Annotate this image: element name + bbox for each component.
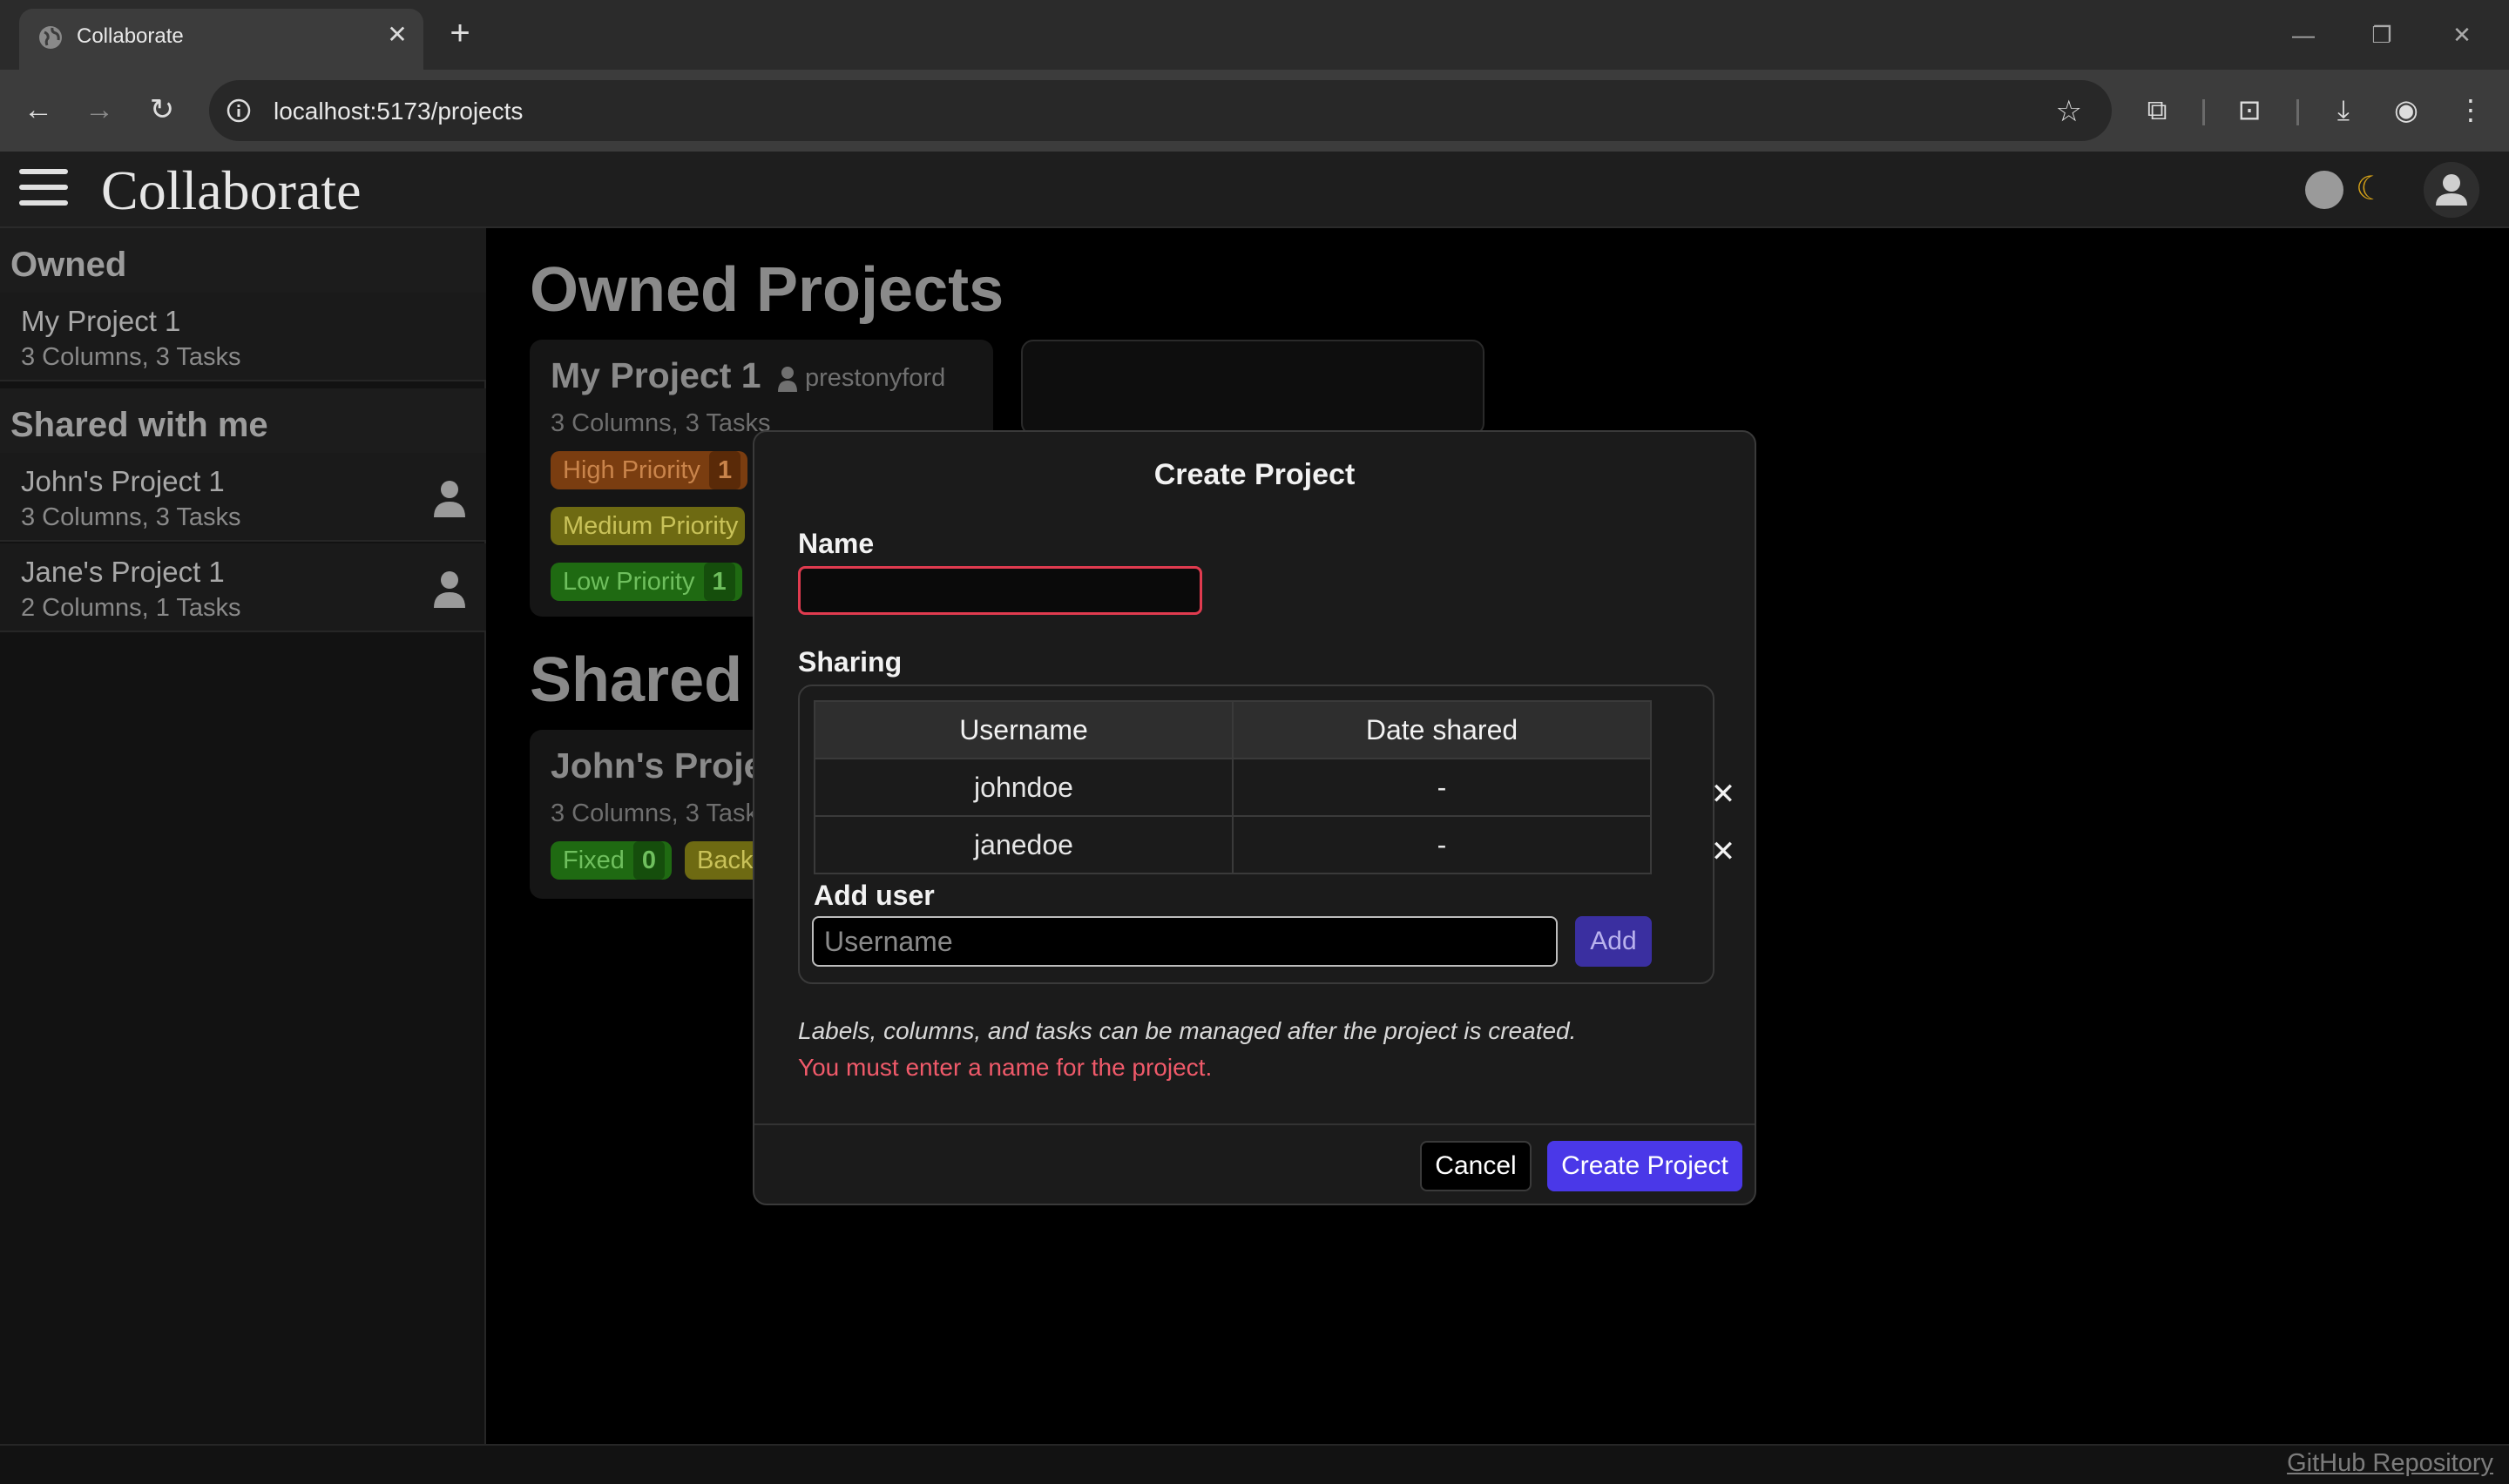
new-tab-icon[interactable]: +	[443, 16, 477, 52]
add-user-button[interactable]: Add	[1575, 916, 1652, 967]
label-pill: Fixed 0	[551, 841, 673, 880]
label-text: Low Priority	[563, 568, 695, 596]
modal-divider	[754, 1123, 1755, 1125]
label-count: 0	[632, 841, 666, 880]
app-title: Collaborate	[101, 159, 362, 221]
globe-icon	[39, 26, 62, 49]
github-repository-link[interactable]: GitHub Repository	[2287, 1449, 2493, 1478]
table-row: johndoe -	[815, 758, 1652, 816]
bookmark-star-icon[interactable]: ☆	[2056, 94, 2082, 129]
sidebar: Owned My Project 1 3 Columns, 3 Tasks Sh…	[0, 228, 486, 1444]
label-pill: High Priority 1	[551, 451, 748, 489]
card-meta: 3 Columns, 3 Tasks	[551, 799, 771, 827]
minimize-icon[interactable]: —	[2286, 17, 2321, 52]
restore-icon[interactable]: ❐	[2364, 17, 2399, 52]
label-count: 1	[703, 563, 735, 601]
cancel-button[interactable]: Cancel	[1420, 1141, 1532, 1191]
card-title: My Project 1	[551, 355, 761, 395]
create-project-modal: Create Project Name Sharing Username Dat…	[753, 430, 1756, 1205]
moon-icon: ☾	[2356, 171, 2386, 207]
new-project-card[interactable]	[1021, 340, 1484, 435]
user-avatar-icon[interactable]	[2424, 162, 2479, 218]
shared-user-icon	[434, 481, 465, 517]
table-header-row: Username Date shared	[815, 701, 1652, 759]
card-meta: 3 Columns, 3 Tasks	[551, 409, 771, 437]
sidebar-item-johns-project-1[interactable]: John's Project 1 3 Columns, 3 Tasks	[0, 453, 486, 542]
sidebar-item-name: My Project 1	[21, 305, 181, 337]
hamburger-menu-icon[interactable]	[19, 167, 68, 209]
sidebar-item-name: Jane's Project 1	[21, 556, 225, 588]
date-shared-cell: -	[1233, 758, 1652, 816]
site-info-icon[interactable]	[225, 97, 253, 125]
shared-user-icon	[434, 571, 465, 608]
toggle-knob	[2305, 171, 2343, 209]
back-icon[interactable]: ←	[17, 89, 59, 131]
label-pill: Medium Priority	[551, 507, 746, 545]
tab-title: Collaborate	[77, 24, 184, 48]
address-bar[interactable]: localhost:5173/projects ☆	[209, 80, 2112, 141]
tab-close-icon[interactable]: ✕	[383, 21, 411, 49]
sidebar-item-my-project-1[interactable]: My Project 1 3 Columns, 3 Tasks	[0, 293, 486, 381]
project-name-input[interactable]	[798, 566, 1202, 615]
create-project-button[interactable]: Create Project	[1547, 1141, 1742, 1191]
sidebar-item-meta: 3 Columns, 3 Tasks	[21, 503, 241, 531]
browser-tabstrip: Collaborate ✕ + — ❐ ✕	[0, 0, 2509, 70]
forward-icon[interactable]: →	[78, 89, 120, 131]
sidebar-item-meta: 2 Columns, 1 Tasks	[21, 594, 241, 622]
extensions-icon[interactable]: ⧉	[2136, 89, 2178, 131]
sharing-table: Username Date shared johndoe - janedoe -	[814, 700, 1652, 874]
username-cell: johndoe	[815, 758, 1234, 816]
toolbar-divider	[2202, 99, 2205, 125]
username-cell: janedoe	[815, 815, 1234, 874]
footer: GitHub Repository	[0, 1444, 2509, 1484]
project-card-johns-project-1[interactable]: John's Project 1 3 Columns, 3 Tasks Fixe…	[530, 730, 825, 899]
sidebar-heading-shared: Shared with me	[0, 388, 486, 453]
table-row: janedoe -	[815, 815, 1652, 874]
toolbar-divider	[2296, 99, 2299, 125]
theme-toggle[interactable]: ☾	[2305, 169, 2392, 211]
add-user-label: Add user	[814, 880, 935, 911]
column-header-date-shared: Date shared	[1233, 701, 1652, 759]
profile-icon[interactable]: ◉	[2385, 89, 2427, 131]
reload-icon[interactable]: ↻	[141, 89, 183, 131]
menu-dots-icon[interactable]: ⋮	[2450, 89, 2492, 131]
shared-projects-heading: Shared	[530, 645, 743, 715]
column-header-username: Username	[815, 701, 1234, 759]
card-owner: prestonyford	[805, 364, 946, 392]
label-text: Fixed	[563, 847, 625, 874]
app-header: Collaborate ☾	[0, 152, 2509, 228]
modal-title: Create Project	[1153, 458, 1356, 491]
url-text: localhost:5173/projects	[274, 98, 524, 125]
sidebar-item-janes-project-1[interactable]: Jane's Project 1 2 Columns, 1 Tasks	[0, 543, 486, 632]
error-message: You must enter a name for the project.	[798, 1054, 1213, 1081]
date-shared-cell: -	[1233, 815, 1652, 874]
close-window-icon[interactable]: ✕	[2445, 17, 2479, 52]
owned-projects-heading: Owned Projects	[530, 255, 1004, 325]
sidebar-item-name: John's Project 1	[21, 465, 225, 497]
sidebar-item-meta: 3 Columns, 3 Tasks	[21, 343, 241, 371]
sidebar-heading-owned: Owned	[0, 228, 486, 293]
label-count: 1	[708, 451, 741, 489]
browser-toolbar: ← → ↻ localhost:5173/projects ☆ ⧉ ⊡ ⤓ ◉ …	[0, 70, 2509, 152]
cast-icon[interactable]: ⊡	[2228, 89, 2270, 131]
help-text: Labels, columns, and tasks can be manage…	[798, 1017, 1577, 1044]
remove-user-janedoe-icon[interactable]: ✕	[1706, 834, 1741, 869]
add-user-input[interactable]	[812, 916, 1558, 967]
label-text: Medium Priority	[563, 512, 739, 540]
remove-user-johndoe-icon[interactable]: ✕	[1706, 777, 1741, 812]
sharing-label: Sharing	[798, 646, 903, 678]
label-pill: Low Priority 1	[551, 563, 742, 601]
owner-user-icon	[778, 367, 797, 392]
name-label: Name	[798, 528, 875, 559]
browser-tab[interactable]: Collaborate ✕	[19, 9, 423, 70]
label-text: High Priority	[563, 456, 700, 484]
download-icon[interactable]: ⤓	[2323, 89, 2364, 131]
